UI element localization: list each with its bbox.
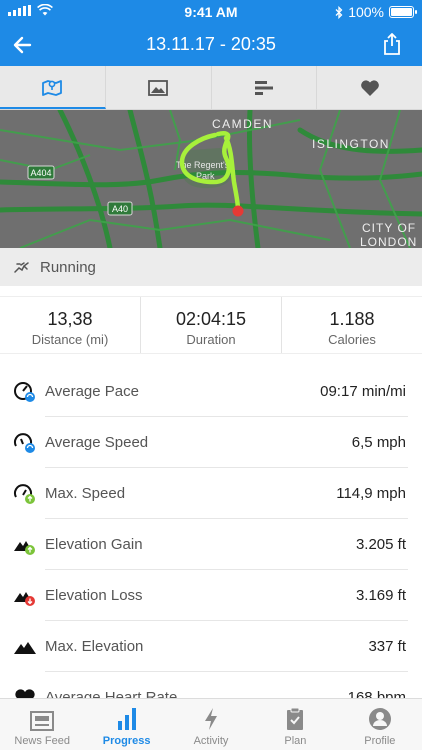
route-map[interactable]: A404 A40 CAMDEN ISLINGTON The Regent's P… — [0, 110, 422, 248]
map-label-camden: CAMDEN — [212, 117, 273, 131]
road-label-a40: A40 — [112, 204, 128, 214]
pace-gauge-icon — [14, 381, 35, 402]
battery-icon — [389, 6, 417, 18]
stat-distance: 13,38 Distance (mi) — [0, 297, 141, 353]
stat-label: Distance (mi) — [31, 332, 109, 347]
tab-label: Progress — [102, 735, 151, 747]
detail-row-max-elevation: Max. Elevation 337 ft — [0, 621, 422, 672]
status-bar: 9:41 AM 100% — [0, 0, 422, 24]
detail-list: Average Pace 09:17 min/mi Average Speed … — [0, 366, 422, 723]
detail-value: 3.205 ft — [355, 536, 406, 553]
road-label-a404: A404 — [30, 168, 51, 178]
bars-icon — [254, 80, 273, 95]
stat-value: 1.188 — [329, 309, 375, 329]
stat-value: 13,38 — [47, 309, 93, 329]
bluetooth-icon — [335, 5, 343, 19]
share-icon[interactable] — [382, 32, 402, 56]
progress-icon — [117, 708, 136, 730]
elevation-loss-icon — [14, 591, 35, 606]
heart-icon — [360, 79, 379, 96]
activity-type-label: Running — [40, 258, 96, 276]
profile-icon — [368, 708, 391, 730]
image-icon — [148, 79, 169, 96]
tab-label: News Feed — [14, 735, 71, 747]
detail-tabs — [0, 66, 422, 110]
tab-label: Plan — [284, 735, 307, 747]
plan-clipboard-icon — [287, 707, 304, 730]
bottom-tab-bar: News Feed Progress Activity Plan Profile — [0, 698, 422, 750]
detail-value: 09:17 min/mi — [320, 383, 406, 400]
news-feed-icon — [30, 711, 55, 731]
tab-news-feed[interactable]: News Feed — [0, 699, 84, 750]
stat-duration: 02:04:15 Duration — [141, 297, 282, 353]
tab-profile[interactable]: Profile — [338, 699, 422, 750]
map-canvas: A404 A40 CAMDEN ISLINGTON The Regent's P… — [0, 110, 422, 248]
detail-row-average-speed: Average Speed 6,5 mph — [0, 417, 422, 468]
tab-plan[interactable]: Plan — [253, 699, 337, 750]
nav-bar: 13.11.17 - 20:35 — [0, 24, 422, 66]
detail-label: Elevation Loss — [45, 587, 143, 604]
detail-label: Average Speed — [45, 434, 149, 451]
tab-map[interactable] — [0, 66, 106, 109]
detail-value: 3.169 ft — [355, 587, 406, 604]
detail-value: 114,9 mph — [336, 485, 406, 502]
activity-type-bar: Running — [0, 248, 422, 286]
stat-label: Calories — [328, 332, 376, 347]
tab-progress[interactable]: Progress — [84, 699, 168, 750]
stat-value: 02:04:15 — [175, 309, 247, 329]
detail-row-max-speed: Max. Speed 114,9 mph — [0, 468, 422, 519]
app-header: 9:41 AM 100% 13.11.17 - 20:35 — [0, 0, 422, 66]
tab-heart-rate[interactable] — [317, 66, 422, 109]
page-title: 13.11.17 - 20:35 — [146, 34, 276, 54]
elevation-gain-icon — [14, 540, 35, 555]
detail-label: Elevation Gain — [45, 536, 143, 553]
activity-bolt-icon — [205, 708, 218, 730]
mountain-icon — [14, 641, 36, 654]
detail-row-elevation-gain: Elevation Gain 3.205 ft — [0, 519, 422, 570]
detail-value: 6,5 mph — [351, 434, 406, 451]
detail-row-average-pace: Average Pace 09:17 min/mi — [0, 366, 422, 417]
detail-label: Max. Elevation — [45, 638, 144, 655]
tab-photos[interactable] — [106, 66, 212, 109]
detail-value: 337 ft — [368, 638, 406, 655]
stat-label: Duration — [186, 332, 236, 347]
map-label-city-line2: LONDON — [360, 235, 417, 248]
detail-label: Max. Speed — [45, 485, 126, 502]
running-icon — [14, 262, 29, 273]
route-end-marker — [232, 205, 244, 217]
battery-percent: 100% — [348, 4, 384, 20]
detail-row-elevation-loss: Elevation Loss 3.169 ft — [0, 570, 422, 621]
map-label-city-line1: CITY OF — [362, 221, 416, 235]
summary-stats: 13,38 Distance (mi) 02:04:15 Duration 1.… — [0, 296, 422, 354]
tab-label: Activity — [193, 735, 229, 747]
stat-calories: 1.188 Calories — [282, 297, 422, 353]
detail-label: Average Pace — [45, 383, 139, 400]
speed-gauge-icon — [14, 432, 35, 453]
tab-stats[interactable] — [212, 66, 318, 109]
tab-label: Profile — [364, 735, 396, 747]
max-speed-gauge-icon — [14, 483, 35, 504]
tab-activity[interactable]: Activity — [169, 699, 253, 750]
map-icon — [42, 79, 63, 96]
map-label-islington: ISLINGTON — [312, 137, 390, 151]
